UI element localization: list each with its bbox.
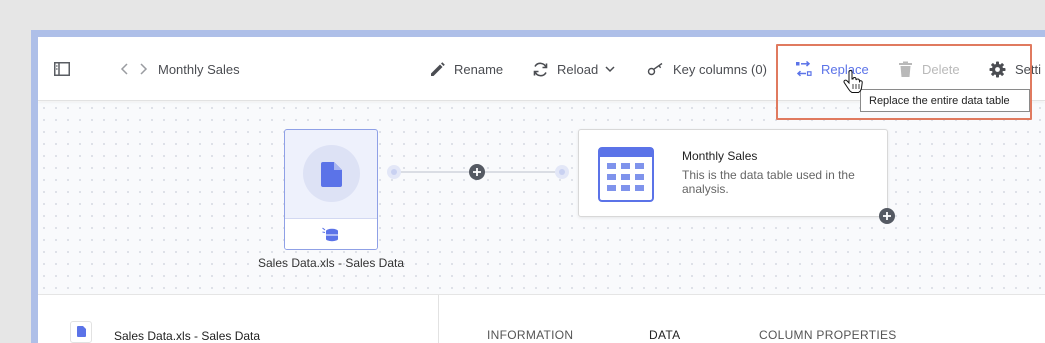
table-node-description: This is the data table used in the analy… <box>682 168 855 196</box>
table-node-title: Monthly Sales <box>682 149 758 163</box>
reload-button[interactable]: Reload <box>532 37 615 101</box>
reload-icon <box>533 62 548 76</box>
chevron-down-icon <box>605 65 615 72</box>
source-file-badge <box>70 321 92 343</box>
rename-button[interactable]: Rename <box>429 37 503 101</box>
toggle-sidebar-button[interactable] <box>54 37 70 101</box>
breadcrumb-title: Monthly Sales <box>158 61 240 77</box>
sidebar-panel-icon <box>54 62 70 76</box>
key-icon <box>647 62 663 76</box>
tab-column-properties[interactable]: COLUMN PROPERTIES <box>759 328 897 342</box>
chevron-left-icon <box>120 63 128 75</box>
reload-label: Reload <box>557 61 599 77</box>
hand-cursor-icon <box>843 70 863 93</box>
forward-button[interactable] <box>138 37 148 101</box>
replace-tooltip: Replace the entire data table <box>860 89 1030 112</box>
back-button[interactable] <box>120 37 130 101</box>
database-transform-icon <box>322 227 338 242</box>
details-panel: Sales Data.xls - Sales Data INFORMATION … <box>38 294 1045 343</box>
source-node[interactable] <box>284 129 378 250</box>
tab-data[interactable]: DATA <box>649 328 680 342</box>
flow-canvas: Sales Data.xls - Sales Data Monthly Sale… <box>38 102 1045 294</box>
details-source-name: Sales Data.xls - Sales Data <box>114 329 261 343</box>
data-table-node[interactable]: Monthly Sales This is the data table use… <box>578 129 888 217</box>
pencil-icon <box>431 61 445 76</box>
source-node-label: Sales Data.xls - Sales Data <box>257 256 405 270</box>
key-columns-button[interactable]: Key columns (0) <box>647 37 767 101</box>
panel-divider <box>438 295 439 343</box>
file-icon <box>321 162 342 187</box>
tab-information[interactable]: INFORMATION <box>487 328 573 342</box>
file-icon <box>77 326 86 337</box>
rename-label: Rename <box>454 61 504 77</box>
chevron-right-icon <box>140 63 148 75</box>
add-step-icon[interactable] <box>879 208 895 224</box>
add-transformation-icon[interactable] <box>469 164 485 180</box>
table-icon <box>598 147 654 202</box>
key-columns-label: Key columns (0) <box>673 61 767 77</box>
